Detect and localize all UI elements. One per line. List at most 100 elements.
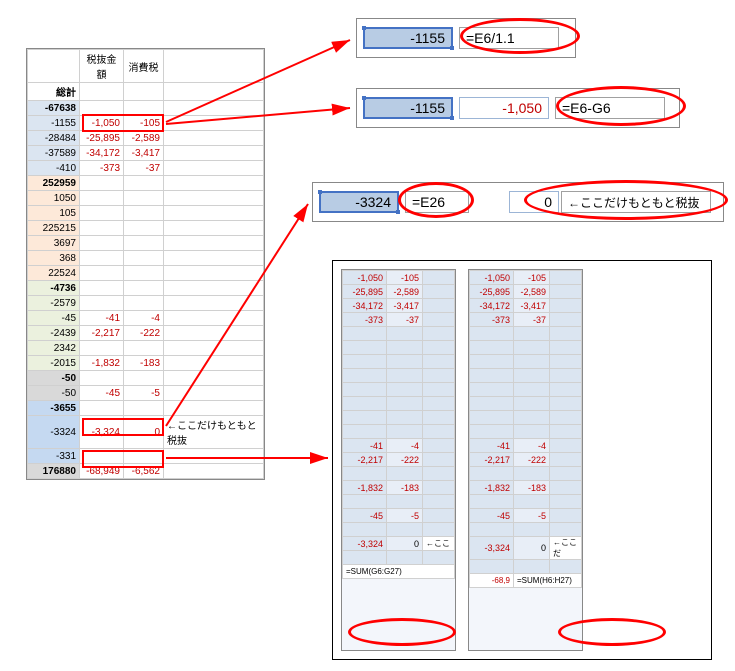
table-cell-b[interactable]: -373 [80,161,124,176]
mini-cell[interactable]: -3,417 [387,299,423,313]
table-cell-c[interactable]: -5 [124,386,164,401]
mini-cell[interactable]: -4 [514,439,550,453]
formula-2[interactable]: =E6-G6 [555,97,665,119]
mini-cell[interactable]: -373 [343,313,387,327]
table-cell-a[interactable]: 252959 [28,176,80,191]
table-cell-b[interactable] [80,101,124,116]
mini-sum-formula[interactable]: =SUM(H6:H27) [514,574,582,588]
mini-cell[interactable]: -5 [387,509,423,523]
formula-3[interactable]: =E26 [405,191,469,213]
mini-cell[interactable]: -1,832 [470,481,514,495]
table-cell-b[interactable] [80,296,124,311]
formula-1[interactable]: =E6/1.1 [459,27,559,49]
table-cell-c[interactable] [124,341,164,356]
table-cell-b[interactable]: -45 [80,386,124,401]
mini-cell[interactable] [470,369,514,383]
mini-cell[interactable]: -222 [514,453,550,467]
mini-cell[interactable]: -34,172 [343,299,387,313]
mini-cell[interactable] [387,383,423,397]
table-cell-c[interactable]: -37 [124,161,164,176]
mini-cell[interactable] [514,383,550,397]
mini-cell[interactable]: -37 [514,313,550,327]
table-cell-b[interactable] [80,266,124,281]
table-cell-a[interactable]: -50 [28,386,80,401]
mini-cell[interactable] [387,355,423,369]
table-cell-a[interactable]: 3697 [28,236,80,251]
table-cell-b[interactable] [80,401,124,416]
mini-cell[interactable]: -2,589 [514,285,550,299]
mini-cell[interactable]: -1,050 [470,271,514,285]
mini-cell[interactable]: -2,589 [387,285,423,299]
cell-right-3[interactable]: 0 [509,191,559,213]
mini-cell[interactable] [387,327,423,341]
mini-cell[interactable] [343,411,387,425]
mini-cell[interactable] [514,397,550,411]
mini-cell[interactable] [343,369,387,383]
table-cell-a[interactable]: -37589 [28,146,80,161]
mini-cell[interactable] [470,467,514,481]
mini-cell[interactable] [387,341,423,355]
table-cell-c[interactable] [124,251,164,266]
table-cell-b[interactable] [80,371,124,386]
table-cell-a[interactable]: -331 [28,449,80,464]
mini-cell[interactable]: -41 [470,439,514,453]
mini-cell[interactable] [387,397,423,411]
mini-cell[interactable] [514,467,550,481]
table-cell-a[interactable]: -3655 [28,401,80,416]
mini-cell[interactable] [343,327,387,341]
mini-cell[interactable] [343,425,387,439]
table-cell-c[interactable]: -4 [124,311,164,326]
mini-cell[interactable]: -45 [343,509,387,523]
mini-cell[interactable] [343,523,387,537]
table-cell-b[interactable] [80,176,124,191]
mini-cell[interactable] [470,411,514,425]
table-cell-c[interactable] [124,101,164,116]
mini-cell[interactable] [343,383,387,397]
table-cell-b[interactable]: -3,324 [80,416,124,449]
mini-cell[interactable]: -183 [514,481,550,495]
table-cell-c[interactable]: -3,417 [124,146,164,161]
mini-cell[interactable] [470,495,514,509]
cell-value-1[interactable]: -1155 [363,27,453,49]
table-cell-c[interactable] [124,296,164,311]
mini-sum-prefix[interactable]: -68,9 [470,574,514,588]
mini-cell[interactable] [343,355,387,369]
mini-cell[interactable]: -1,050 [343,271,387,285]
table-cell-a[interactable]: 225215 [28,221,80,236]
mini-cell[interactable] [343,467,387,481]
table-cell-a[interactable]: -28484 [28,131,80,146]
table-cell-a[interactable]: 105 [28,206,80,221]
table-cell-b[interactable]: -2,217 [80,326,124,341]
mini-cell[interactable] [470,425,514,439]
table-cell-c[interactable] [124,266,164,281]
table-cell-c[interactable] [124,236,164,251]
cell-value-3[interactable]: -3324 [319,191,399,213]
table-cell-c[interactable] [124,221,164,236]
table-cell-c[interactable] [124,191,164,206]
mini-cell[interactable] [387,495,423,509]
table-cell-b[interactable]: -1,050 [80,116,124,131]
mini-cell[interactable]: -373 [470,313,514,327]
mini-cell[interactable]: -37 [387,313,423,327]
mini-cell[interactable]: -41 [343,439,387,453]
mini-cell[interactable] [470,355,514,369]
table-cell-a[interactable]: 1050 [28,191,80,206]
table-cell-a[interactable]: -3324 [28,416,80,449]
mini-cell[interactable] [470,397,514,411]
table-cell-a[interactable]: -2579 [28,296,80,311]
cell-value-2[interactable]: -1155 [363,97,453,119]
table-cell-c[interactable] [124,281,164,296]
mini-cell[interactable] [343,495,387,509]
table-cell-a[interactable]: -2015 [28,356,80,371]
table-cell-b[interactable] [80,341,124,356]
mini-cell[interactable]: -4 [387,439,423,453]
mini-cell[interactable]: -1,832 [343,481,387,495]
table-cell-a[interactable]: 176880 [28,464,80,479]
table-cell-b[interactable]: -68,949 [80,464,124,479]
mini-cell[interactable] [387,467,423,481]
mini-cell[interactable] [514,495,550,509]
table-cell-c[interactable] [124,176,164,191]
mini-cell[interactable]: -105 [387,271,423,285]
table-cell-a[interactable]: -67638 [28,101,80,116]
table-cell-c[interactable] [124,449,164,464]
